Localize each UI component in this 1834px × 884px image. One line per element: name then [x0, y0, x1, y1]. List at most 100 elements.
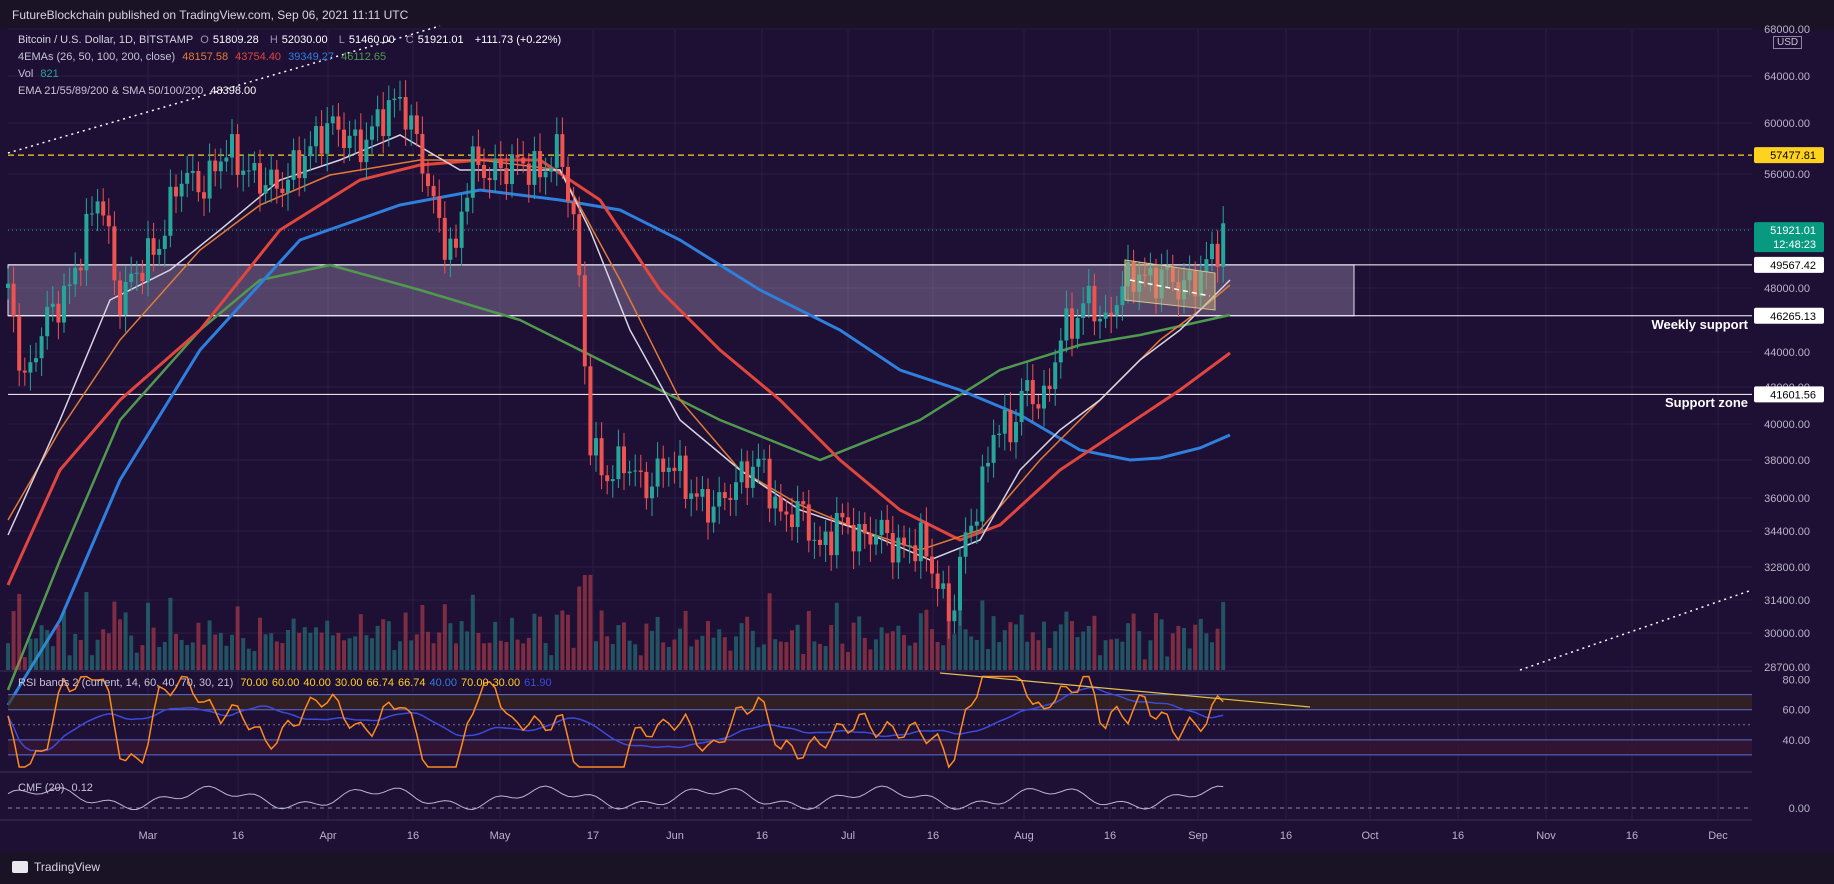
- volume-bar: [17, 593, 22, 670]
- price-tag-label: 49567.42: [1770, 260, 1816, 272]
- volume-bar: [1193, 624, 1198, 670]
- candle-body: [286, 179, 290, 194]
- x-tick-label: 16: [927, 830, 939, 842]
- candle-body: [784, 511, 789, 515]
- candle-body: [605, 475, 610, 482]
- candle-body: [717, 492, 722, 507]
- candle-body: [280, 188, 285, 194]
- volume-bar: [655, 616, 660, 670]
- candle-body: [666, 467, 671, 472]
- candle-body: [1053, 362, 1058, 390]
- candle-body: [67, 284, 72, 286]
- currency-badge[interactable]: USD: [1773, 36, 1803, 49]
- candle-body: [28, 362, 33, 373]
- candle-body: [829, 531, 834, 556]
- volume-bar: [347, 638, 352, 670]
- volume-bar: [1114, 638, 1119, 670]
- volume-bar: [633, 644, 638, 670]
- volume-bar: [566, 614, 570, 670]
- volume-bar: [734, 636, 738, 670]
- rsi-value: 70.00: [461, 677, 489, 689]
- candle-body: [773, 496, 778, 509]
- candle-body: [470, 146, 475, 198]
- volume-bar: [11, 611, 16, 670]
- candle-body: [885, 519, 890, 534]
- volume-bar: [1008, 622, 1013, 670]
- x-tick-label: Nov: [1536, 830, 1556, 842]
- volume-bar: [246, 648, 251, 670]
- candle-body: [1042, 385, 1046, 409]
- volume-bar: [67, 655, 72, 670]
- x-tick-label: 16: [232, 830, 244, 842]
- x-tick-label: Sep: [1188, 830, 1208, 842]
- x-tick-label: 16: [756, 830, 768, 842]
- volume-bar: [1042, 621, 1046, 670]
- candle-body: [134, 272, 139, 274]
- candle-body: [1098, 318, 1102, 322]
- candle-body: [683, 455, 688, 499]
- candle-body: [1019, 390, 1024, 423]
- x-tick-label: May: [490, 830, 511, 842]
- volume-bar: [549, 655, 554, 670]
- volume-bar: [857, 616, 862, 670]
- y-tick-label: 32800.00: [1764, 562, 1810, 574]
- candle-body: [689, 493, 694, 499]
- volume-bar: [907, 645, 912, 670]
- volume-bar: [706, 620, 710, 670]
- candle-body: [185, 172, 190, 184]
- volume-bar: [1109, 639, 1114, 670]
- volume-bar: [728, 650, 733, 670]
- candle-body: [1120, 286, 1125, 306]
- candle-body: [314, 126, 318, 147]
- candle-body: [633, 470, 638, 472]
- volume-bar: [1002, 630, 1007, 670]
- candle-body: [1002, 409, 1007, 434]
- volume-bar: [594, 641, 598, 670]
- volume-bar: [50, 646, 55, 670]
- candle-body: [347, 135, 352, 148]
- volume-bar: [330, 635, 335, 670]
- volume-bar: [409, 640, 414, 670]
- volume-bar: [470, 594, 475, 670]
- volume-bar: [185, 645, 190, 670]
- candle-body: [274, 169, 279, 189]
- candle-body: [246, 170, 251, 172]
- volume-bar: [834, 602, 839, 670]
- x-tick-label: 16: [407, 830, 419, 842]
- candle-body: [1025, 380, 1030, 391]
- candle-body: [834, 512, 839, 556]
- volume-bar: [801, 653, 806, 670]
- candle-body: [213, 160, 218, 172]
- volume-bar: [678, 628, 682, 670]
- volume-bar: [560, 610, 565, 670]
- candle-body: [112, 226, 117, 281]
- volume-bar: [1131, 613, 1136, 670]
- candle-body: [806, 504, 811, 541]
- candle-body: [778, 496, 783, 512]
- legend-ema-sma: EMA 21/55/89/200 & SMA 50/100/200 48398.…: [18, 85, 260, 97]
- volume-bar: [252, 651, 257, 670]
- candle-body: [549, 167, 554, 172]
- candle-body: [554, 134, 559, 168]
- volume-bar: [493, 621, 498, 670]
- candle-body: [526, 163, 531, 185]
- candle-body: [840, 512, 845, 518]
- symbol-label: Bitcoin / U.S. Dollar, 1D, BITSTAMP: [18, 34, 194, 46]
- candle-body: [1030, 380, 1035, 405]
- rsi-value: 61.90: [524, 677, 552, 689]
- ema50-value: 43754.40: [235, 51, 282, 63]
- volume-bar: [342, 640, 346, 670]
- candle-body: [1221, 223, 1226, 267]
- candle-body: [498, 158, 503, 169]
- volume-bar: [1025, 641, 1030, 670]
- candle-body: [851, 524, 856, 552]
- volume-bar: [638, 655, 643, 670]
- price-chart[interactable]: 68000.0064000.0060000.0056000.0052000.00…: [0, 0, 1834, 884]
- candle-body: [442, 217, 447, 260]
- volume-bar: [314, 627, 318, 670]
- ema-sma-value: 48398.00: [210, 85, 257, 97]
- volume-bar: [504, 641, 509, 670]
- candle-body: [454, 238, 458, 248]
- volume-bar: [364, 635, 369, 670]
- volume-bar: [134, 652, 139, 670]
